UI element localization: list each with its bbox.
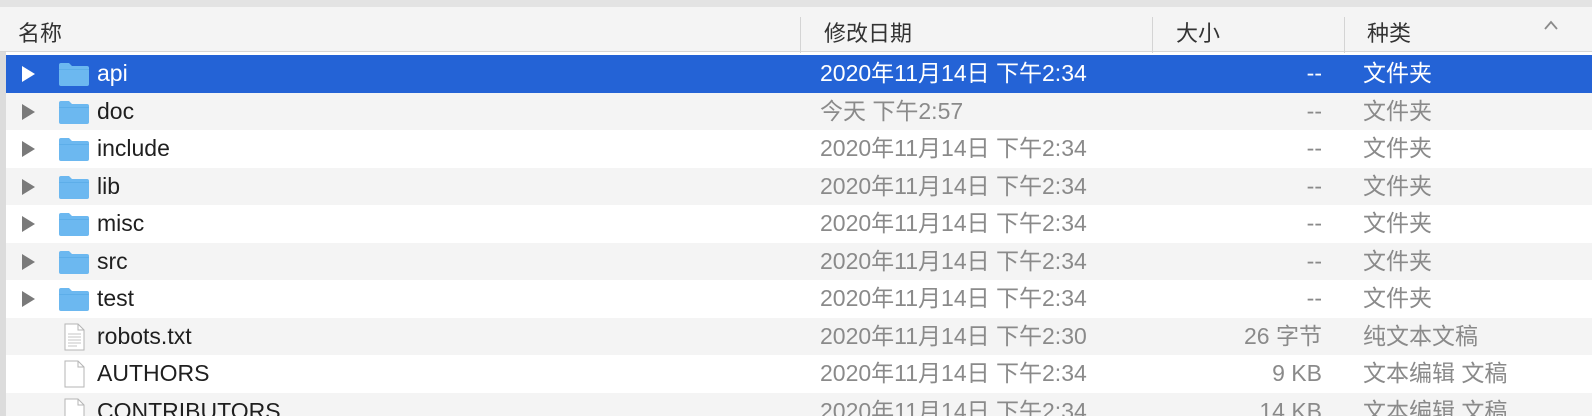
file-row[interactable]: robots.txt 2020年11月14日 下午2:30 26 字节 纯文本文稿 <box>6 317 1592 355</box>
folder-icon <box>57 60 91 88</box>
file-kind: 文本编辑 文稿 <box>1363 360 1508 386</box>
file-name: CONTRIBUTORS <box>97 397 281 416</box>
file-date-modified: 2020年11月14日 下午2:34 <box>820 360 1087 386</box>
file-kind: 文件夹 <box>1363 285 1432 311</box>
file-kind: 文件夹 <box>1363 247 1432 274</box>
file-row[interactable]: src 2020年11月14日 下午2:34 -- 文件夹 <box>6 242 1592 280</box>
file-row[interactable]: api 2020年11月14日 下午2:34 -- 文件夹 <box>6 55 1592 93</box>
file-row[interactable]: lib 2020年11月14日 下午2:34 -- 文件夹 <box>6 167 1592 205</box>
folder-icon <box>57 98 91 126</box>
file-size: -- <box>1306 97 1322 124</box>
file-kind: 文件夹 <box>1363 210 1432 236</box>
file-date-modified: 2020年11月14日 下午2:34 <box>820 285 1087 311</box>
file-date-modified: 2020年11月14日 下午2:34 <box>820 172 1087 199</box>
disclosure-triangle-icon[interactable] <box>22 103 35 120</box>
file-row[interactable]: include 2020年11月14日 下午2:34 -- 文件夹 <box>6 130 1592 168</box>
file-size: 14 KB <box>1259 397 1322 416</box>
file-date-modified: 2020年11月14日 下午2:34 <box>820 135 1087 161</box>
file-size: 9 KB <box>1272 360 1322 386</box>
column-header-kind[interactable]: 种类 <box>1367 14 1411 54</box>
file-name: misc <box>97 210 145 236</box>
file-date-modified: 2020年11月14日 下午2:34 <box>820 247 1087 274</box>
folder-icon <box>57 248 91 276</box>
file-size: -- <box>1306 247 1322 274</box>
file-name: api <box>97 60 128 86</box>
document-icon <box>57 398 91 416</box>
disclosure-triangle-icon[interactable] <box>22 253 35 270</box>
file-name: include <box>97 135 170 161</box>
file-kind: 纯文本文稿 <box>1363 322 1478 349</box>
column-divider[interactable] <box>800 17 801 53</box>
file-name: lib <box>97 172 121 199</box>
folder-icon <box>57 173 91 201</box>
column-divider[interactable] <box>1152 17 1153 53</box>
file-size: 26 字节 <box>1244 322 1322 349</box>
file-list: api 2020年11月14日 下午2:34 -- 文件夹 doc 今天 下午2:57 -… <box>6 55 1592 416</box>
file-date-modified: 2020年11月14日 下午2:34 <box>820 210 1087 236</box>
disclosure-triangle-icon[interactable] <box>22 178 35 195</box>
disclosure-triangle-icon[interactable] <box>22 216 35 232</box>
disclosure-triangle-icon[interactable] <box>22 291 35 307</box>
text-document-icon <box>57 323 91 351</box>
file-size: -- <box>1306 60 1322 86</box>
file-name: doc <box>97 97 135 124</box>
file-row[interactable]: AUTHORS 2020年11月14日 下午2:34 9 KB 文本编辑 文稿 <box>6 355 1592 393</box>
disclosure-triangle-icon[interactable] <box>22 141 35 157</box>
file-row[interactable]: misc 2020年11月14日 下午2:34 -- 文件夹 <box>6 205 1592 243</box>
file-name: src <box>97 247 128 274</box>
file-kind: 文件夹 <box>1363 60 1432 86</box>
file-date-modified: 2020年11月14日 下午2:30 <box>820 322 1087 349</box>
column-header-date[interactable]: 修改日期 <box>824 14 912 54</box>
column-header-bar: 名称 修改日期 大小 种类 <box>0 0 1592 54</box>
finder-list-view: 名称 修改日期 大小 种类 api 2020年11月14日 下午2:34 -- 文件夹… <box>0 0 1592 416</box>
disclosure-triangle-icon[interactable] <box>22 66 35 82</box>
file-name: robots.txt <box>97 322 192 349</box>
file-row[interactable]: CONTRIBUTORS 2020年11月14日 下午2:34 14 KB 文本编辑 … <box>6 392 1592 416</box>
file-name: AUTHORS <box>97 360 210 386</box>
file-date-modified: 今天 下午2:57 <box>820 97 964 124</box>
file-row[interactable]: doc 今天 下午2:57 -- 文件夹 <box>6 92 1592 130</box>
file-kind: 文件夹 <box>1363 135 1432 161</box>
folder-icon <box>57 210 91 238</box>
file-size: -- <box>1306 285 1322 311</box>
column-header-name[interactable]: 名称 <box>18 14 62 54</box>
file-size: -- <box>1306 172 1322 199</box>
document-icon <box>57 360 91 388</box>
column-divider[interactable] <box>1344 17 1345 53</box>
file-kind: 文件夹 <box>1363 97 1432 124</box>
file-date-modified: 2020年11月14日 下午2:34 <box>820 60 1087 86</box>
folder-icon <box>57 285 91 313</box>
file-kind: 文本编辑 文稿 <box>1363 397 1508 416</box>
file-kind: 文件夹 <box>1363 172 1432 199</box>
folder-icon <box>57 135 91 163</box>
file-name: test <box>97 285 135 311</box>
column-header-size[interactable]: 大小 <box>1176 14 1220 54</box>
file-row[interactable]: test 2020年11月14日 下午2:34 -- 文件夹 <box>6 280 1592 318</box>
file-size: -- <box>1306 210 1322 236</box>
file-date-modified: 2020年11月14日 下午2:34 <box>820 397 1087 416</box>
file-size: -- <box>1306 135 1322 161</box>
sort-ascending-chevron-icon[interactable] <box>1544 19 1558 33</box>
